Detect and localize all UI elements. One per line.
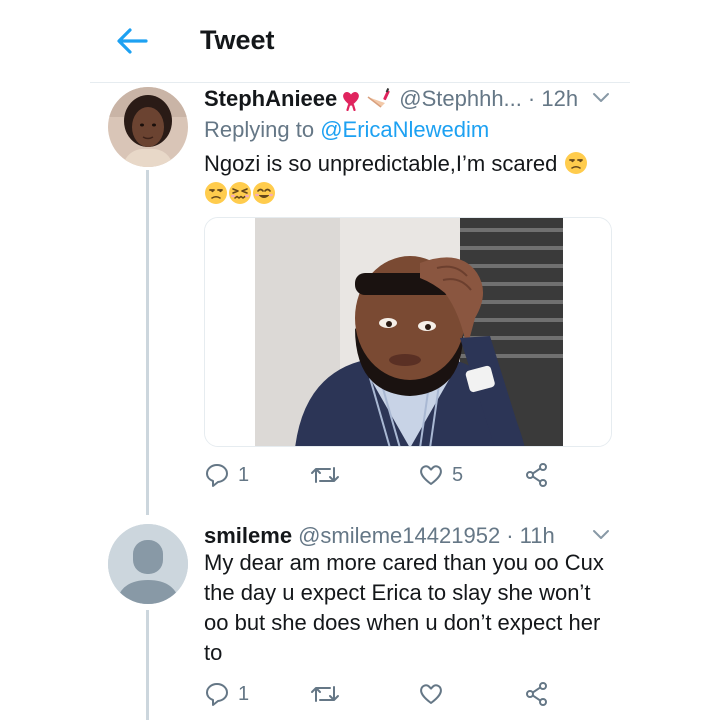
top-bar: Tweet <box>0 0 720 82</box>
handle[interactable]: @smileme14421952 <box>298 523 500 549</box>
tweet-actions: 1 <box>204 681 604 711</box>
thread-line <box>146 610 149 720</box>
display-name[interactable]: StephAnieee <box>204 86 337 112</box>
tweet-text-line: oo but she does when u don’t expect her <box>204 610 601 635</box>
avatar[interactable] <box>108 87 188 167</box>
unamused-face-emoji <box>205 182 227 204</box>
retweet-button[interactable] <box>310 462 348 488</box>
tweet-media[interactable] <box>204 217 612 447</box>
header-divider <box>90 82 630 83</box>
tweet-header: StephAnieee @Stephhh... · 12h <box>204 86 578 112</box>
tweet-text-body: Ngozi is so unpredictable,I’m scared <box>204 151 558 176</box>
reply-button[interactable]: 1 <box>204 462 249 488</box>
share-button[interactable] <box>524 681 550 707</box>
thread-line <box>146 170 149 515</box>
like-button[interactable]: 5 <box>418 462 463 488</box>
reply-count: 1 <box>238 463 250 486</box>
smiling-face-emoji <box>253 182 275 204</box>
avatar[interactable] <box>108 524 188 604</box>
replying-prefix: Replying to <box>204 117 315 142</box>
retweet-icon <box>311 686 339 702</box>
chevron-down-icon[interactable] <box>592 529 610 541</box>
tweet-actions: 1 5 <box>204 462 604 492</box>
page-title: Tweet <box>200 25 275 55</box>
reply-icon <box>206 464 228 487</box>
retweet-button[interactable] <box>310 681 348 707</box>
share-button[interactable] <box>524 462 550 488</box>
tweet-header: smileme @smileme14421952 · 11h <box>204 523 555 549</box>
reply-icon <box>206 683 228 706</box>
persevering-face-emoji <box>229 182 251 204</box>
heart-ribbon-emoji <box>339 87 363 111</box>
display-name[interactable]: smileme <box>204 523 292 549</box>
tweet-text: My dear am more cared than you oo Cux th… <box>204 548 624 668</box>
share-icon <box>526 682 547 706</box>
photo-man-hand-on-head <box>205 218 611 446</box>
heart-icon <box>420 684 442 704</box>
like-count: 5 <box>452 463 464 486</box>
share-icon <box>526 463 547 487</box>
handle[interactable]: @Stephhh... <box>399 86 522 112</box>
replying-to: Replying to @EricaNlewedim <box>204 117 489 143</box>
replying-to-link[interactable]: @EricaNlewedim <box>320 117 489 142</box>
like-button[interactable] <box>418 681 452 707</box>
heart-icon <box>420 465 442 485</box>
reply-count: 1 <box>238 682 250 705</box>
tweet-text: Ngozi is so unpredictable,I’m scared <box>204 149 604 209</box>
chevron-down-icon[interactable] <box>592 92 610 104</box>
retweet-icon <box>311 467 339 483</box>
arrow-left-icon[interactable] <box>115 26 149 56</box>
timestamp[interactable]: · 12h <box>528 86 578 112</box>
tweet-text-line: the day u expect Erica to slay she won’t <box>204 580 591 605</box>
timestamp[interactable]: · 11h <box>506 523 555 549</box>
avatar-photo <box>108 87 188 167</box>
unamused-face-emoji <box>564 152 587 174</box>
nail-polish-emoji <box>365 87 393 111</box>
reply-button[interactable]: 1 <box>204 681 249 707</box>
tweet-text-line: to <box>204 640 223 665</box>
default-avatar-icon <box>108 524 188 604</box>
tweet-text-line: My dear am more cared than you oo Cux <box>204 550 604 575</box>
